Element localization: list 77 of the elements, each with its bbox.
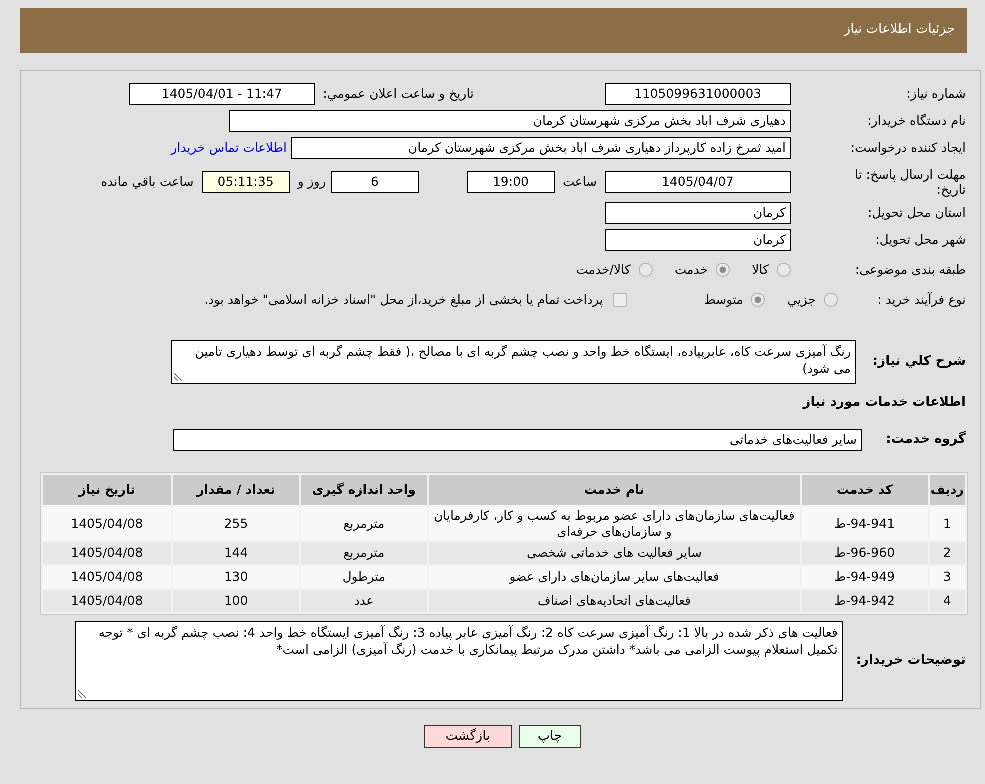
deadline-time-field[interactable]: 19:00 (466, 171, 555, 193)
need-date-cell: 1405/04/08 (43, 566, 172, 588)
resize-grip-icon[interactable] (78, 690, 86, 698)
option-label: کالا/خدمت (576, 262, 631, 278)
unit-cell: مترمربع (301, 542, 428, 564)
field-label: نوع فرآيند خريد : (876, 292, 966, 308)
unit-cell: مترطول (301, 566, 428, 588)
checkbox[interactable] (613, 293, 628, 307)
need-date-cell: 1405/04/08 (43, 590, 172, 612)
row-number-cell: 4 (930, 590, 965, 612)
page-title: جزئیات اطلاعات نیاز (844, 22, 955, 39)
need-number-field[interactable]: 1105099631000003 (605, 83, 791, 105)
row-number-cell: 2 (930, 542, 965, 564)
unit-cell: عدد (301, 590, 428, 612)
days-label: روز و (298, 174, 326, 190)
need-date-cell: 1405/04/08 (43, 507, 172, 540)
row-number-cell: 1 (930, 507, 965, 540)
days-field[interactable]: 6 (330, 171, 419, 193)
column-header: تاریخ نیاز (43, 475, 172, 505)
announce-date-field[interactable]: 1405/04/01 - 11:47 (129, 83, 316, 105)
description-field[interactable]: رنگ آمیزی سرعت کاه، عابرپیاده، ایستگاه خط واحد و نصب چشم گربه ای با مصالح ،( فقط چشم گربه ای توسط دهیاری تامین می شود) (171, 340, 856, 384)
option-label: خدمت (674, 262, 708, 278)
field-label: تاريخ و ساعت اعلان عمومي: (323, 86, 474, 102)
radio-button[interactable] (777, 263, 791, 277)
resize-grip-icon[interactable] (174, 373, 182, 381)
column-header: ردیف (930, 475, 965, 505)
option-label: متوسط (704, 292, 744, 308)
column-header: تعداد / مقدار (173, 475, 300, 505)
contact-link[interactable]: اطلاعات تماس خريدار (171, 140, 287, 156)
option-label: جزيي (787, 292, 816, 308)
province-field[interactable]: کرمان (605, 202, 791, 224)
service-code-cell: ط-94-942 (802, 590, 928, 612)
quantity-cell: 144 (173, 542, 300, 564)
field-label: نام دستگاه خريدار: (866, 113, 966, 129)
remaining-label: ساعت باقي مانده (101, 174, 194, 190)
deadline-date-field[interactable]: 1405/04/07 (605, 171, 791, 193)
quantity-cell: 255 (173, 507, 300, 540)
option-label: کالا (752, 262, 769, 278)
field-label: شرح کلي نياز: (872, 354, 966, 370)
field-label: شماره نیاز: (906, 86, 966, 102)
back-button[interactable]: بازگشت (424, 725, 512, 748)
service-name-cell: سایر فعالیت های خدماتی شخصی (429, 542, 800, 564)
field-label: شهر محل تحويل: (874, 232, 966, 248)
need-date-cell: 1405/04/08 (43, 542, 172, 564)
column-header: نام خدمت (429, 475, 800, 505)
service-code-cell: ط-96-960 (802, 542, 928, 564)
time-label: ساعت (562, 174, 597, 190)
radio-button[interactable] (716, 263, 730, 277)
row-number-cell: 3 (930, 566, 965, 588)
remaining-time-field[interactable]: 05:11:35 (202, 171, 290, 193)
requester-field[interactable]: امید ثمرخ زاده کارپرداز دهیاری شرف اباد بخش مرکزی شهرستان کرمان (291, 137, 791, 159)
service-code-cell: ط-94-941 (802, 507, 928, 540)
radio-button[interactable] (638, 263, 653, 277)
service-name-cell: فعالیت‌های سایر سازمان‌های دارای عضو (429, 566, 800, 588)
field-label: استان محل تحويل: (866, 205, 966, 221)
checkbox-label: پرداخت تمام يا بخشی از مبلغ خرید،از محل "اسناد خزانه اسلامی" خواهد بود. (204, 292, 604, 308)
unit-cell: مترمربع (301, 507, 428, 540)
buyer-org-field[interactable]: دهیاری شرف اباد بخش مرکزی شهرستان کرمان (229, 110, 791, 132)
service-code-cell: ط-94-949 (802, 566, 928, 588)
service-group-field[interactable]: سایر فعالیت‌های خدماتی (173, 429, 862, 451)
service-name-cell: فعالیت‌های سازمان‌های دارای عضو مربوط به کسب و کار، کارفرمایان و سازمان‌های حرفه‌ای (429, 507, 800, 540)
service-name-cell: فعالیت‌های اتحادیه‌های اصناف (429, 590, 800, 612)
field-label: مهلت ارسال پاسخ: تا تاریخ: (854, 167, 966, 197)
field-label: توضیحات خريدار: (855, 653, 966, 670)
field-label: گروه خدمت: (885, 432, 966, 448)
city-field[interactable]: کرمان (605, 229, 791, 251)
section-heading: اطلاعات خدمات مورد نياز (803, 394, 966, 412)
quantity-cell: 100 (173, 590, 300, 612)
print-button[interactable]: چاپ (519, 725, 581, 748)
radio-button[interactable] (751, 293, 766, 307)
field-label: ايجاد کننده درخواست: (850, 140, 966, 156)
buyer-notes-field[interactable]: فعالیت های ذکر شده در بالا 1: رنگ آمیزی سرعت کاه 2: رنگ آمیزی عابر پیاده 3: رنگ آمیزی ایستگاه خط واحد 4: نصب چشم گربه ای * توجه تکمیل استعلام پیوست الزامی می باشد* داشتن مدرک مرتبط پیمانکاری با خدمت (رنگ آمیزی) الزامی است* (75, 621, 843, 702)
column-header: واحد اندازه گیری (301, 475, 428, 505)
column-header: کد خدمت (802, 475, 928, 505)
quantity-cell: 130 (173, 566, 300, 588)
radio-button[interactable] (824, 293, 838, 307)
field-label: طبقه بندی موضوعی: (854, 262, 966, 278)
